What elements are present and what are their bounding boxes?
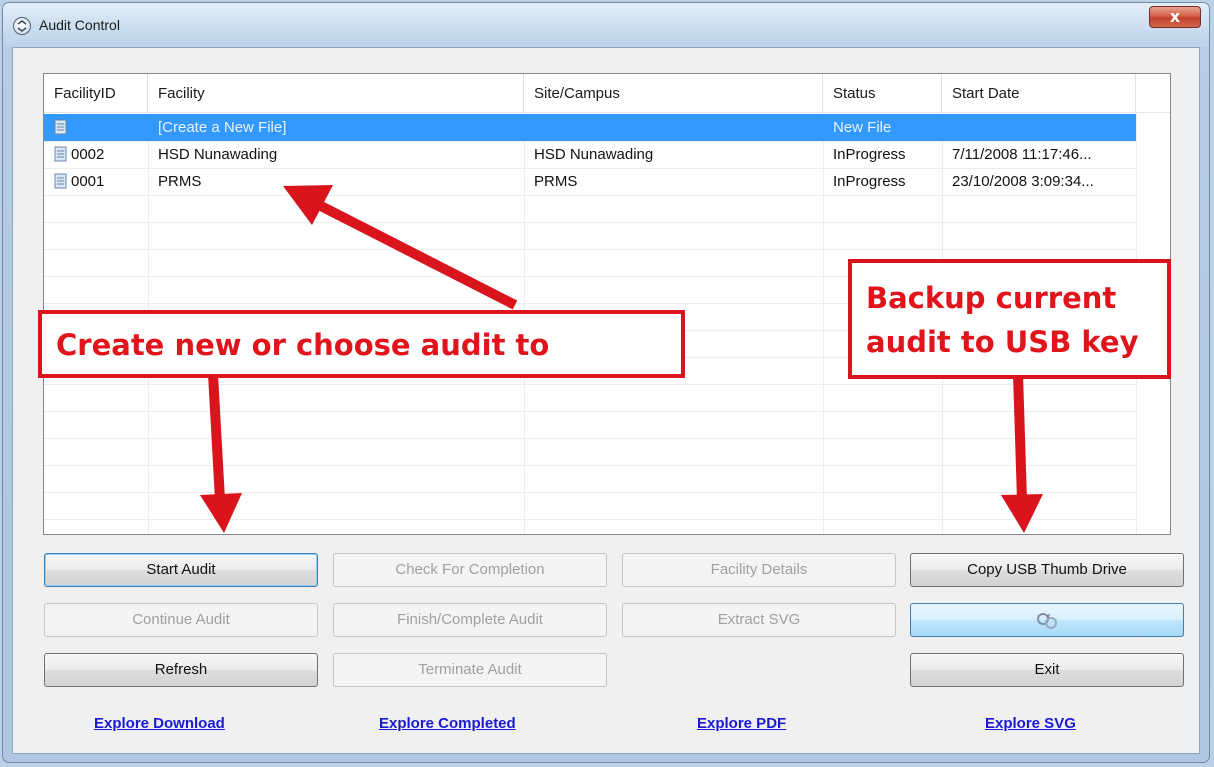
arrow-to-start-audit: [200, 373, 242, 533]
arrow-to-list: [283, 185, 518, 310]
callout-backup-usb: Backup current audit to USB key: [848, 259, 1171, 379]
annotation-arrows: [200, 185, 1043, 533]
callout-create-or-choose: Create new or choose audit to: [38, 310, 685, 378]
arrow-to-copy-usb: [1001, 373, 1043, 533]
